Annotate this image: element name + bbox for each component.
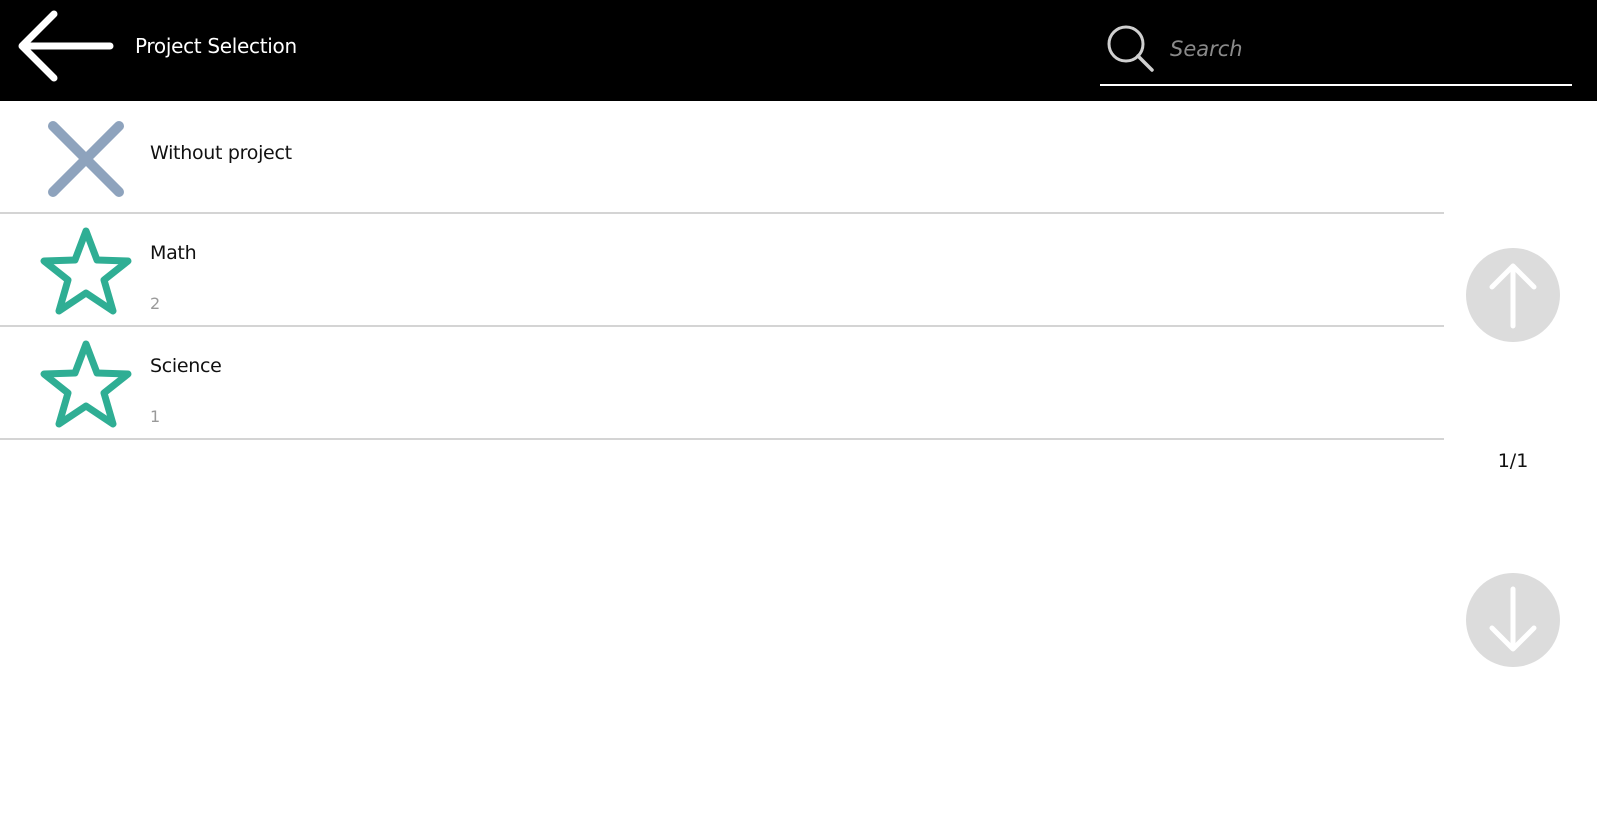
project-count: 1 (150, 407, 161, 426)
star-icon (36, 335, 136, 435)
project-name: Without project (150, 142, 292, 164)
project-name: Science (150, 355, 222, 377)
close-x-icon (36, 109, 136, 209)
project-list: Without project Math 2 Science 1 (0, 101, 1444, 440)
arrow-left-icon (18, 10, 114, 82)
arrow-up-icon (1489, 263, 1537, 329)
arrow-down-icon (1489, 586, 1537, 652)
page-title: Project Selection (135, 34, 297, 58)
star-icon (36, 222, 136, 322)
project-count: 2 (150, 294, 161, 313)
search-icon[interactable] (1104, 22, 1156, 74)
page-indicator: 1/1 (1497, 450, 1529, 472)
project-name: Math (150, 242, 197, 264)
search-bar[interactable] (1100, 18, 1572, 86)
search-input[interactable] (1170, 32, 1560, 66)
page-up-button[interactable] (1466, 248, 1560, 342)
back-button[interactable] (14, 8, 116, 84)
page-down-button[interactable] (1466, 573, 1560, 667)
project-row-math[interactable]: Math 2 (0, 214, 1444, 327)
project-row-without-project[interactable]: Without project (0, 101, 1444, 214)
project-row-science[interactable]: Science 1 (0, 327, 1444, 440)
top-bar: Project Selection (0, 0, 1597, 101)
